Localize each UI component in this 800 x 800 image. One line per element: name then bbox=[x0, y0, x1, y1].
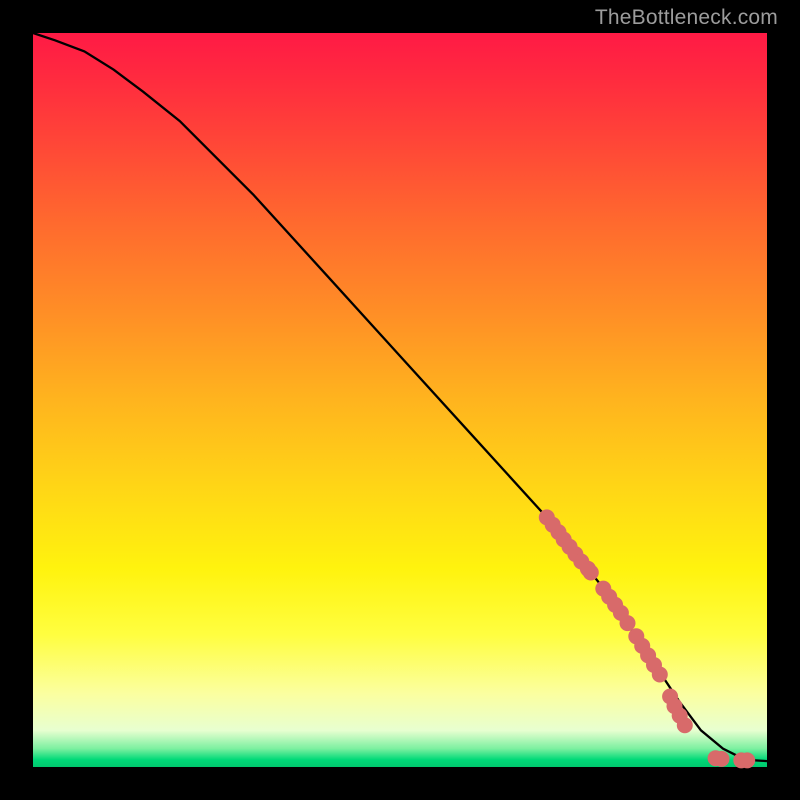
data-point bbox=[739, 752, 755, 768]
chart-frame: TheBottleneck.com bbox=[0, 0, 800, 800]
data-point bbox=[583, 565, 599, 581]
highlighted-points bbox=[539, 509, 755, 768]
data-point bbox=[677, 717, 693, 733]
data-point bbox=[714, 751, 730, 767]
data-point bbox=[652, 667, 668, 683]
curve-layer bbox=[33, 33, 767, 767]
bottleneck-curve bbox=[33, 33, 767, 761]
plot-area bbox=[33, 33, 767, 767]
data-point bbox=[620, 615, 636, 631]
watermark: TheBottleneck.com bbox=[595, 6, 778, 30]
